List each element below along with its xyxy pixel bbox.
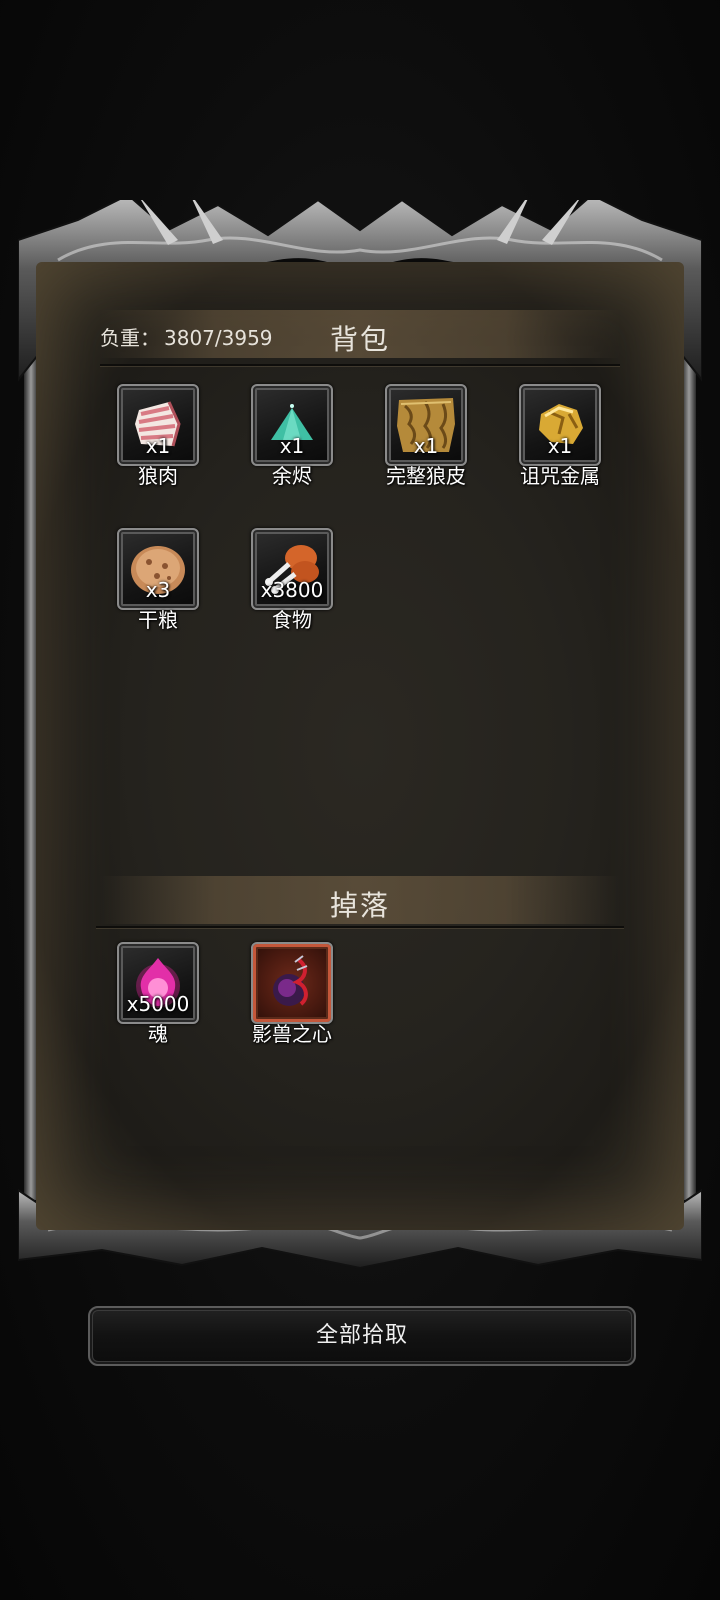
item-name: 食物 xyxy=(272,608,312,632)
drops-title: 掉落 xyxy=(329,889,390,922)
item-name: 影兽之心 xyxy=(252,1022,332,1046)
item-count: x3 xyxy=(145,578,171,602)
item-count: x1 xyxy=(547,434,573,458)
item-count: x3800 xyxy=(260,578,324,602)
backpack-slot-cursed-metal[interactable]: x1 诅咒金属 xyxy=(519,384,601,488)
item-name: 干粮 xyxy=(138,608,178,632)
item-name: 狼肉 xyxy=(138,464,178,488)
pickup-all-button[interactable]: 全部拾取 xyxy=(88,1306,636,1366)
item-name: 诅咒金属 xyxy=(520,464,600,488)
item-count: x1 xyxy=(145,434,171,458)
item-name: 魂 xyxy=(148,1022,168,1046)
weight-value: 3807/3959 xyxy=(164,326,273,350)
backpack-slot-ember[interactable]: x1 余烬 xyxy=(251,384,333,488)
backpack-title: 背包 xyxy=(329,323,390,356)
loot-screen: 负重： 3807/3959 背包 x1 狼肉 x1 余烬 x1 完整狼皮 x1 … xyxy=(0,0,720,1600)
backpack-slot-food[interactable]: x3800 食物 xyxy=(251,528,333,632)
weight-readout: 负重： 3807/3959 xyxy=(100,322,273,351)
drop-slot-shadow-beast-heart[interactable]: 影兽之心 xyxy=(251,942,333,1046)
drop-slot-soul[interactable]: x5000 魂 xyxy=(117,942,199,1046)
shadow-beast-heart-icon xyxy=(273,955,308,1006)
item-count: x1 xyxy=(279,434,305,458)
drops-divider xyxy=(96,926,624,928)
backpack-slot-wolf-meat[interactable]: x1 狼肉 xyxy=(117,384,199,488)
backpack-divider xyxy=(100,364,620,366)
backpack-slot-wolf-pelt[interactable]: x1 完整狼皮 xyxy=(385,384,467,488)
backpack-slot-ration[interactable]: x3 干粮 xyxy=(117,528,199,632)
item-count: x5000 xyxy=(126,992,190,1016)
item-name: 余烬 xyxy=(272,464,312,488)
item-name: 完整狼皮 xyxy=(386,464,466,488)
weight-label: 负重： xyxy=(100,326,160,350)
item-count: x1 xyxy=(413,434,439,458)
